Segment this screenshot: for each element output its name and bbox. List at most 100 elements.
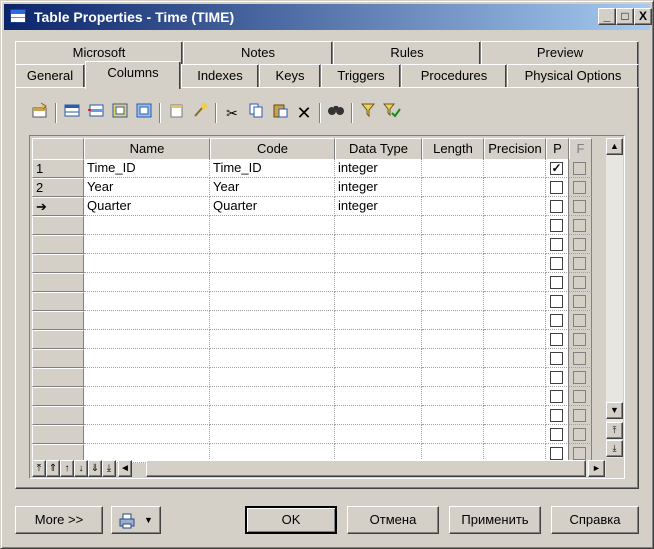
primary-key-checkbox[interactable] [550,200,563,213]
primary-key-checkbox[interactable] [550,314,563,327]
scroll-bottom-button[interactable]: ⤓ [606,440,623,457]
grid-cell-name[interactable] [84,425,210,444]
wand-icon[interactable] [189,101,211,125]
grid-cell-length[interactable] [422,406,484,425]
grid-cell-code[interactable] [210,235,335,254]
foreign-key-checkbox[interactable] [573,428,586,441]
delete-icon[interactable]: ✕ [293,101,315,125]
grid-cell-code[interactable] [210,387,335,406]
col-header-length[interactable]: Length [422,138,484,160]
insert-row-icon[interactable] [85,101,107,125]
grid-cell-name[interactable] [84,254,210,273]
row-header[interactable] [32,273,84,292]
foreign-key-checkbox[interactable] [573,276,586,289]
grid-cell-precision[interactable] [484,368,546,387]
foreign-key-checkbox[interactable] [573,333,586,346]
grid-cell-code[interactable] [210,406,335,425]
grid-cell-name[interactable]: Quarter [84,197,210,216]
row-header[interactable] [32,235,84,254]
foreign-key-checkbox[interactable] [573,390,586,403]
tab-indexes[interactable]: Indexes [181,64,259,88]
foreign-key-checkbox[interactable] [573,352,586,365]
move-page-up-button[interactable]: ⇑ [46,460,60,477]
grid-cell-code[interactable] [210,216,335,235]
grid-cell-length[interactable] [422,330,484,349]
remove-columns-icon[interactable] [133,101,155,125]
primary-key-checkbox[interactable] [550,276,563,289]
row-header[interactable] [32,425,84,444]
foreign-key-checkbox[interactable] [573,371,586,384]
paste-icon[interactable] [269,101,291,125]
grid-cell-data-type[interactable] [335,216,422,235]
tab-columns[interactable]: Columns [85,61,181,89]
grid-cell-data-type[interactable] [335,349,422,368]
foreign-key-checkbox[interactable] [573,181,586,194]
grid-cell-name[interactable]: Year [84,178,210,197]
scroll-down-button[interactable]: ▼ [606,402,623,419]
grid-cell-length[interactable] [422,425,484,444]
grid-cell-length[interactable] [422,387,484,406]
grid-cell-length[interactable] [422,197,484,216]
filter-apply-icon[interactable] [381,101,403,125]
foreign-key-checkbox[interactable] [573,200,586,213]
foreign-key-checkbox[interactable] [573,447,586,460]
grid-cell-name[interactable] [84,349,210,368]
grid-cell-code[interactable] [210,349,335,368]
grid-cell-length[interactable] [422,292,484,311]
grid-cell-precision[interactable] [484,311,546,330]
grid-cell-code[interactable] [210,368,335,387]
scroll-up-button[interactable]: ▲ [606,138,623,155]
grid-cell-precision[interactable] [484,159,546,178]
grid-cell-data-type[interactable] [335,368,422,387]
close-button[interactable]: X [634,8,652,25]
primary-key-checkbox[interactable] [550,352,563,365]
col-header-precision[interactable]: Precision [484,138,546,160]
grid-cell-data-type[interactable]: integer [335,197,422,216]
row-header[interactable] [32,368,84,387]
tab-rules[interactable]: Rules [333,41,481,65]
grid-cell-code[interactable] [210,273,335,292]
move-page-down-button[interactable]: ⇓ [88,460,102,477]
primary-key-checkbox[interactable] [550,257,563,270]
grid-cell-data-type[interactable] [335,292,422,311]
grid-cell-code[interactable] [210,292,335,311]
row-header[interactable] [32,330,84,349]
new-icon[interactable] [165,101,187,125]
grid-cell-data-type[interactable] [335,254,422,273]
col-header-p[interactable]: P [546,138,569,160]
grid-cell-data-type[interactable] [335,406,422,425]
grid-cell-name[interactable] [84,330,210,349]
print-dropdown-button[interactable]: ▼ [111,506,161,534]
tab-triggers[interactable]: Triggers [321,64,401,88]
primary-key-checkbox[interactable] [550,238,563,251]
tab-notes[interactable]: Notes [183,41,333,65]
grid-cell-code[interactable] [210,330,335,349]
row-header[interactable] [32,216,84,235]
foreign-key-checkbox[interactable] [573,295,586,308]
primary-key-checkbox[interactable] [550,447,563,460]
grid-cell-precision[interactable] [484,178,546,197]
copy-icon[interactable] [245,101,267,125]
grid-cell-data-type[interactable] [335,387,422,406]
foreign-key-checkbox[interactable] [573,162,586,175]
find-icon[interactable] [325,101,347,125]
grid-cell-length[interactable] [422,178,484,197]
scroll-left-button[interactable]: ◄ [118,460,132,477]
grid-cell-length[interactable] [422,159,484,178]
row-header[interactable] [32,349,84,368]
grid-cell-name[interactable] [84,235,210,254]
tab-general[interactable]: General [15,64,85,88]
primary-key-checkbox[interactable] [550,181,563,194]
row-header[interactable] [32,387,84,406]
col-header-f[interactable]: F [569,138,592,160]
grid-cell-name[interactable] [84,368,210,387]
help-button[interactable]: Справка [551,506,639,534]
grid-cell-name[interactable] [84,387,210,406]
row-header[interactable]: ➔ [32,197,84,216]
add-row-icon[interactable] [61,101,83,125]
grid-cell-data-type[interactable] [335,311,422,330]
row-header[interactable] [32,406,84,425]
primary-key-checkbox[interactable] [550,428,563,441]
grid-cell-precision[interactable] [484,273,546,292]
grid-cell-precision[interactable] [484,216,546,235]
